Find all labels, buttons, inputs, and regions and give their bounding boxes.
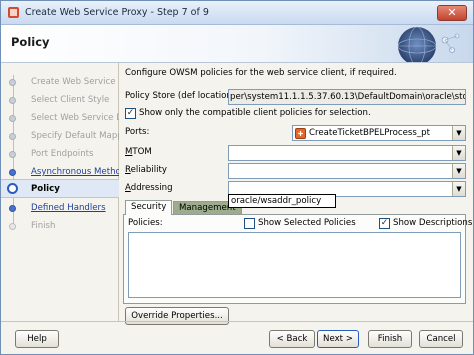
page-header: Policy [1,25,473,63]
step-label: Port Endpoints [31,149,94,159]
chevron-down-icon: ▼ [452,146,465,160]
step-dot-icon [9,223,16,230]
chevron-down-icon: ▼ [452,164,465,178]
close-icon: ✕ [447,6,457,19]
policy-store-label: Policy Store (def location): [125,91,239,101]
policies-label: Policies: [128,218,163,228]
chevron-down-icon: ▼ [452,182,465,196]
current-step-icon [7,183,18,194]
show-descriptions-checkbox[interactable]: ✓ [379,218,390,229]
policy-store-field[interactable]: per\system11.1.1.5.37.60.13\DefaultDomai… [228,89,466,105]
next-label: Next > [323,334,353,344]
addressing-option[interactable]: oracle/wsaddr_policy [231,196,321,206]
step-defined-handlers[interactable]: Defined Handlers [1,200,119,217]
mtom-dropdown[interactable]: ▼ [228,145,466,161]
step-dot-icon [9,151,16,158]
close-button[interactable]: ✕ [437,5,467,21]
wizard-window: Create Web Service Proxy - Step 7 of 9 ✕… [0,0,474,355]
app-icon [8,7,19,18]
step-label: Create Web Service Pro [31,77,119,87]
intro-text: Configure OWSM policies for the web serv… [125,68,397,78]
ports-dropdown[interactable]: CreateTicketBPELProcess_pt ▼ [292,125,466,141]
step-label: Defined Handlers [31,203,106,213]
ports-label: Ports: [125,127,150,137]
finish-label: Finish [377,334,403,344]
step-dot-icon [9,133,16,140]
page-title: Policy [11,35,50,49]
footer-divider [1,321,473,322]
globe-graphic-icon [397,26,460,62]
security-tab-panel: Policies: Show Selected Policies ✓ Show … [123,214,472,304]
help-button[interactable]: Help [15,330,59,348]
compatible-policies-checkbox[interactable]: ✓ [125,108,136,119]
finish-button[interactable]: Finish [368,330,412,348]
ports-value: CreateTicketBPELProcess_pt [309,128,430,138]
next-button[interactable]: Next > [317,330,359,348]
back-button[interactable]: < Back [269,330,315,348]
step-finish[interactable]: Finish [1,218,119,235]
step-select-web-service-description[interactable]: Select Web Service Desc [1,110,119,127]
compatible-policies-label: Show only the compatible client policies… [139,108,371,118]
back-label: < Back [276,334,308,344]
step-label: Specify Default Mapping [31,131,119,141]
step-dot-icon [9,115,16,122]
step-create-web-service-proxy[interactable]: Create Web Service Pro [1,74,119,91]
step-label: Finish [31,221,56,231]
cancel-button[interactable]: Cancel [419,330,463,348]
step-label: Select Client Style [31,95,110,105]
chevron-down-icon: ▼ [452,126,465,140]
addressing-label: Addressing [125,183,173,193]
port-icon [295,128,306,139]
mtom-label: MTOM [125,147,152,157]
step-policy[interactable]: Policy [1,179,119,198]
step-select-client-style[interactable]: Select Client Style [1,92,119,109]
tab-security[interactable]: Security [125,200,173,215]
override-properties-label: Override Properties... [131,311,223,321]
cancel-label: Cancel [426,334,456,344]
wizard-steps-panel: Create Web Service Pro Select Client Sty… [1,63,119,321]
show-descriptions-label: Show Descriptions [393,218,473,228]
addressing-dropdown-popup[interactable]: oracle/wsaddr_policy [228,194,336,208]
override-properties-button[interactable]: Override Properties... [125,307,229,325]
policy-store-value: per\system11.1.1.5.37.60.13\DefaultDomai… [230,92,465,102]
help-label: Help [27,334,47,344]
step-port-endpoints[interactable]: Port Endpoints [1,146,119,163]
step-label: Asynchronous Methods [31,167,119,177]
reliability-label: Reliability [125,165,167,175]
step-specify-default-mapping[interactable]: Specify Default Mapping [1,128,119,145]
step-label: Select Web Service Desc [31,113,119,123]
reliability-dropdown[interactable]: ▼ [228,163,466,179]
show-selected-policies-label: Show Selected Policies [258,218,356,228]
show-selected-policies-checkbox[interactable] [244,218,255,229]
step-dot-icon [9,169,16,176]
step-dot-icon [9,205,16,212]
title-bar: Create Web Service Proxy - Step 7 of 9 ✕ [1,1,473,25]
step-dot-icon [9,97,16,104]
tab-security-label: Security [131,202,167,212]
policies-list[interactable] [128,232,461,298]
policy-content: Configure OWSM policies for the web serv… [119,63,473,325]
window-title: Create Web Service Proxy - Step 7 of 9 [25,7,209,18]
step-label: Policy [31,184,60,194]
step-dot-icon [9,79,16,86]
